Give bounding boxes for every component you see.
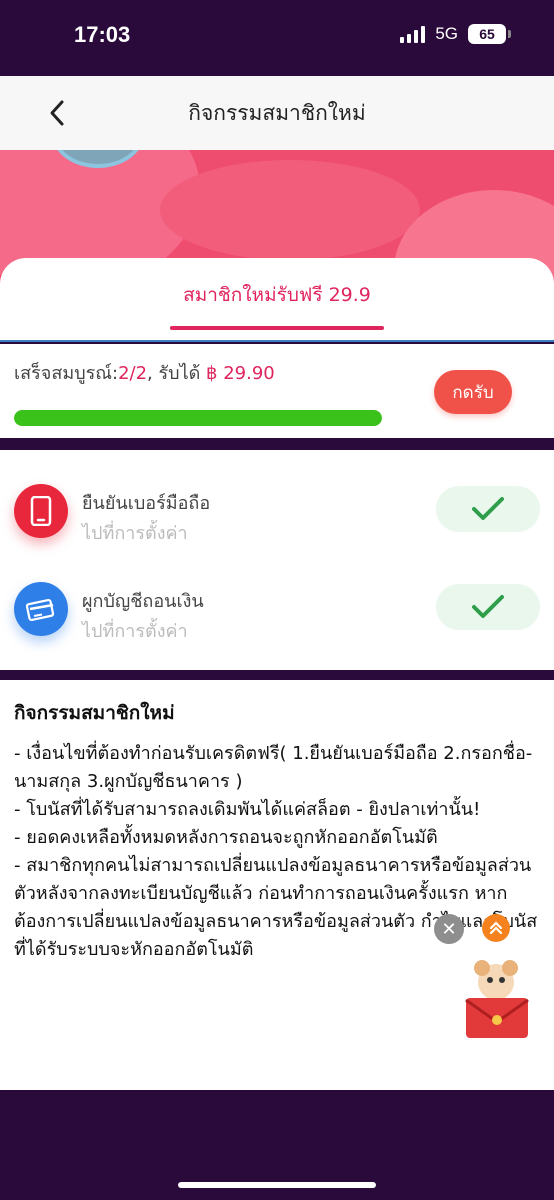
nav-bar: กิจกรรมสมาชิกใหม่ bbox=[0, 76, 554, 150]
tab-active-indicator bbox=[170, 326, 384, 330]
rule-line: - โบนัสที่ได้รับสามารถลงเดิมพันได้แค่สล็… bbox=[14, 799, 481, 820]
status-bar: 17:03 5G 65 bbox=[0, 0, 554, 76]
scroll-top-icon[interactable] bbox=[482, 914, 510, 942]
red-envelope-mascot-icon[interactable] bbox=[458, 958, 536, 1040]
status-indicators: 5G 65 bbox=[400, 24, 511, 44]
tasks-section: ยืนยันเบอร์มือถือ ไปที่การตั้งค่า ผูกบัญ… bbox=[0, 450, 554, 670]
close-icon[interactable]: ✕ bbox=[434, 914, 464, 944]
checkmark-icon bbox=[472, 595, 504, 618]
progress-bar bbox=[14, 410, 382, 426]
page-title: กิจกรรมสมาชิกใหม่ bbox=[188, 100, 366, 125]
task-bind-withdraw-account[interactable]: ผูกบัญชีถอนเงิน ไปที่การตั้งค่า bbox=[0, 572, 554, 662]
rule-line: - เงื่อนไขที่ต้องทำก่อนรับเครดิตฟรี( 1.ย… bbox=[14, 743, 533, 792]
progress-section: เสร็จสมบูรณ์:2/2, รับได้ ฿ 29.90 กดรับ bbox=[0, 344, 554, 438]
task-completed-button[interactable] bbox=[436, 486, 540, 532]
floating-promo: ✕ bbox=[434, 912, 544, 1042]
task-name: ผูกบัญชีถอนเงิน bbox=[82, 591, 204, 612]
phone-icon bbox=[14, 484, 68, 538]
rules-title: กิจกรรมสมาชิกใหม่ bbox=[14, 702, 175, 724]
signal-icon bbox=[400, 25, 426, 43]
progress-count: 2/2 bbox=[118, 363, 148, 384]
task-name: ยืนยันเบอร์มือถือ bbox=[82, 493, 211, 514]
tab-bar: สมาชิกใหม่รับฟรี 29.9 bbox=[0, 258, 554, 342]
battery-icon: 65 bbox=[468, 24, 511, 44]
task-completed-button[interactable] bbox=[436, 584, 540, 630]
home-indicator[interactable] bbox=[178, 1182, 376, 1188]
progress-text: เสร็จสมบูรณ์:2/2, รับได้ ฿ 29.90 bbox=[14, 358, 275, 387]
battery-level: 65 bbox=[479, 26, 495, 42]
task-verify-phone[interactable]: ยืนยันเบอร์มือถือ ไปที่การตั้งค่า bbox=[0, 474, 554, 564]
tab-new-member-bonus[interactable]: สมาชิกใหม่รับฟรี 29.9 bbox=[170, 280, 384, 330]
rule-line: - ยอดคงเหลือทั้งหมดหลังการถอนจะถูกหักออก… bbox=[14, 827, 438, 848]
bank-card-icon bbox=[14, 582, 68, 636]
checkmark-icon bbox=[472, 497, 504, 520]
claim-button[interactable]: กดรับ bbox=[434, 370, 512, 414]
progress-label: เสร็จสมบูรณ์: bbox=[14, 363, 119, 384]
network-type: 5G bbox=[435, 24, 458, 43]
task-link[interactable]: ไปที่การตั้งค่า bbox=[82, 616, 188, 645]
reward-amount: ฿ 29.90 bbox=[206, 363, 275, 384]
reward-label: , รับได้ bbox=[147, 363, 201, 384]
hero-decoration bbox=[160, 160, 420, 260]
back-arrow-icon[interactable] bbox=[44, 96, 74, 130]
status-time: 17:03 bbox=[74, 22, 131, 47]
tab-label: สมาชิกใหม่รับฟรี 29.9 bbox=[183, 284, 371, 306]
progress-bar-fill bbox=[14, 410, 382, 426]
task-link[interactable]: ไปที่การตั้งค่า bbox=[82, 518, 188, 547]
